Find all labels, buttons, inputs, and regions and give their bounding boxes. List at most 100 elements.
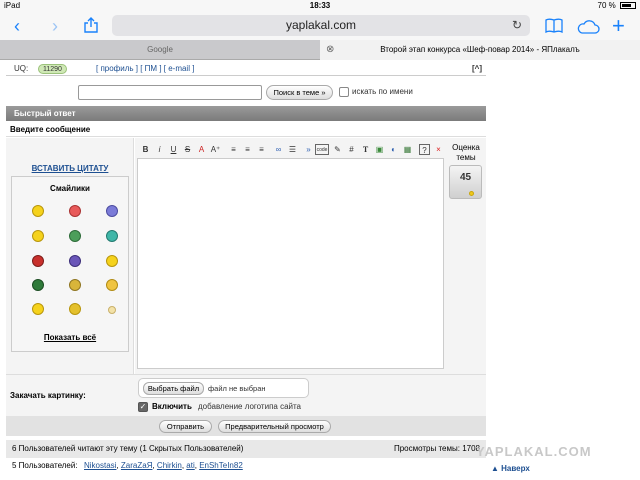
smilies-title: Смайлики: [50, 184, 90, 193]
preview-button[interactable]: Предварительный просмотр: [218, 420, 331, 433]
smiley-cool-icon[interactable]: [32, 205, 44, 217]
rating-widget[interactable]: 45: [449, 165, 482, 199]
tab-label: Второй этап конкурса «Шеф-повар 2014» - …: [380, 45, 580, 54]
clock: 18:33: [309, 1, 331, 10]
upload-label: Закачать картинку:: [10, 391, 86, 400]
spoiler-icon[interactable]: ✎: [332, 144, 343, 155]
align-right-icon[interactable]: ≡: [256, 144, 267, 155]
rating-plus-icon[interactable]: [469, 191, 474, 196]
users-prefix: 5 Пользователей:: [12, 461, 78, 470]
user-link[interactable]: Nikostasi: [84, 461, 116, 470]
tab-yaplakal[interactable]: ⊗ Второй этап конкурса «Шеф-повар 2014» …: [320, 40, 640, 60]
enter-message-label: Введите сообщение: [6, 122, 486, 137]
search-by-name-label: искать по имени: [352, 87, 413, 96]
italic-icon[interactable]: i: [154, 144, 165, 155]
user-link[interactable]: ZaraZaЯ: [121, 461, 153, 470]
smiley-love-icon[interactable]: [106, 279, 118, 291]
insert-quote-link[interactable]: ВСТАВИТЬ ЦИТАТУ: [6, 164, 134, 173]
smiley-green-icon[interactable]: [69, 230, 81, 242]
edit-icon[interactable]: ◐: [388, 144, 399, 155]
list-icon[interactable]: ☰: [287, 144, 298, 155]
close-tab-icon[interactable]: ⊗: [326, 40, 334, 60]
back-to-top-link[interactable]: ▲ Наверх: [491, 464, 530, 473]
smilies-box: Смайлики Показать всё: [11, 176, 129, 352]
user-link[interactable]: Chirkin: [157, 461, 182, 470]
smiley-purple-icon[interactable]: [106, 205, 118, 217]
search-by-name-checkbox[interactable]: [339, 87, 349, 97]
smiley-thinking-icon[interactable]: [32, 230, 44, 242]
user-links[interactable]: [ профиль ] [ ПМ ] [ e-mail ]: [96, 62, 194, 76]
help-icon[interactable]: ?: [419, 144, 430, 155]
link-icon[interactable]: ∞: [273, 144, 284, 155]
smiley-medal-icon[interactable]: [32, 303, 44, 315]
uq-label: UQ:: [14, 64, 29, 73]
topic-views: Просмотры темы: 1708: [393, 444, 480, 453]
readers-count: 6 Пользователей читают эту тему (1 Скрыт…: [12, 444, 244, 453]
battery-icon: [620, 2, 636, 9]
smiley-wave-icon[interactable]: [106, 255, 118, 267]
icloud-tabs-icon[interactable]: [576, 18, 600, 38]
add-logo-bold-label: Включить: [152, 402, 192, 411]
smiley-laugh-icon[interactable]: [69, 303, 81, 315]
user-link[interactable]: ati: [186, 461, 194, 470]
tab-google[interactable]: Google: [0, 40, 320, 60]
search-button[interactable]: Поиск в теме »: [266, 85, 333, 100]
quick-reply-header: Быстрый ответ: [6, 106, 486, 121]
search-input[interactable]: [78, 85, 262, 100]
back-icon[interactable]: ‹: [14, 16, 20, 36]
battery-percent: 70 %: [597, 1, 616, 10]
hashtag-icon[interactable]: #: [346, 144, 357, 155]
add-logo-checkbox[interactable]: ✓: [138, 402, 148, 412]
web-page: UQ: 11290 [ профиль ] [ ПМ ] [ e-mail ] …: [0, 60, 640, 480]
url-text: yaplakal.com: [285, 18, 357, 32]
smiley-sick-icon[interactable]: [32, 279, 44, 291]
text-icon[interactable]: T: [360, 144, 371, 155]
battery-indicator: 70 %: [598, 1, 636, 10]
smiley-alien-icon[interactable]: [106, 230, 118, 242]
smiley-star-icon[interactable]: [108, 306, 116, 314]
quote-icon[interactable]: »: [303, 144, 314, 155]
forward-icon[interactable]: ›: [52, 16, 58, 36]
font-color-icon[interactable]: A: [196, 144, 207, 155]
bookmarks-icon[interactable]: [545, 17, 563, 37]
smiley-gun-icon[interactable]: [32, 255, 44, 267]
user-names: Nikostasi, ZaraZaЯ, Chirkin, ati, EnShTe…: [84, 461, 243, 470]
file-status: файл не выбран: [208, 384, 266, 393]
editor-toolbar: B i U S A A⁺ ≡ ≡ ≡ ∞ ☰ » code ✎ # T ▣ ◐ …: [138, 144, 443, 156]
smiley-angry-icon[interactable]: [69, 205, 81, 217]
smiley-hat-icon[interactable]: [69, 279, 81, 291]
smiley-devil-icon[interactable]: [69, 255, 81, 267]
reload-icon[interactable]: ↻: [512, 15, 522, 36]
reply-actions: Отправить Предварительный просмотр: [6, 416, 486, 436]
file-input[interactable]: Выбрать файл файл не выбран: [138, 378, 309, 398]
users-list: 5 Пользователей: Nikostasi, ZaraZaЯ, Chi…: [6, 459, 486, 473]
font-size-icon[interactable]: A⁺: [210, 144, 221, 155]
editor-area: B i U S A A⁺ ≡ ≡ ≡ ∞ ☰ » code ✎ # T ▣ ◐ …: [135, 138, 446, 374]
message-textarea[interactable]: [137, 158, 444, 369]
readers-bar: 6 Пользователей читают эту тему (1 Скрыт…: [6, 440, 486, 458]
bold-icon[interactable]: B: [140, 144, 151, 155]
smilies-panel: ВСТАВИТЬ ЦИТАТУ Смайлики Показать всё: [6, 138, 134, 374]
strikethrough-icon[interactable]: S: [182, 144, 193, 155]
clear-icon[interactable]: ×: [433, 144, 444, 155]
rating-label: Оценка темы: [452, 143, 480, 162]
align-center-icon[interactable]: ≡: [242, 144, 253, 155]
user-link[interactable]: EnShTeIn82: [199, 461, 243, 470]
uq-badge: 11290: [38, 64, 67, 74]
site-watermark: YAPLAKAL.COM: [476, 444, 592, 459]
show-all-smilies-link[interactable]: Показать всё: [12, 333, 128, 342]
choose-file-button[interactable]: Выбрать файл: [143, 382, 204, 395]
address-bar[interactable]: yaplakal.com ↻: [112, 15, 530, 36]
underline-icon[interactable]: U: [168, 144, 179, 155]
image-icon[interactable]: ▣: [374, 144, 385, 155]
code-icon[interactable]: code: [315, 144, 329, 155]
top-jump-link[interactable]: [^]: [472, 62, 482, 76]
browser-toolbar: ‹ › yaplakal.com ↻ +: [0, 12, 640, 40]
send-button[interactable]: Отправить: [159, 420, 212, 433]
video-icon[interactable]: ▦: [402, 144, 413, 155]
new-tab-icon[interactable]: +: [612, 15, 625, 37]
align-left-icon[interactable]: ≡: [228, 144, 239, 155]
share-icon[interactable]: [84, 17, 98, 37]
user-links-text[interactable]: [ профиль ] [ ПМ ] [ e-mail ]: [96, 64, 194, 73]
user-bar: UQ: 11290 [ профиль ] [ ПМ ] [ e-mail ] …: [6, 62, 486, 76]
